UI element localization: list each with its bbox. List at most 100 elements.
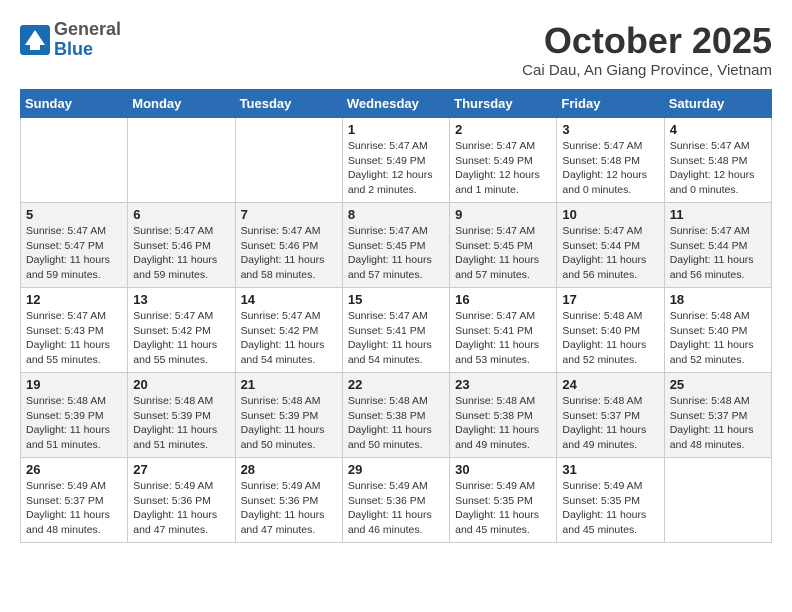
cell-w3-d2: 14 Sunrise: 5:47 AM Sunset: 5:42 PM Dayli… — [235, 288, 342, 373]
cell-w5-d6 — [664, 458, 771, 543]
day-info: Sunrise: 5:47 AM Sunset: 5:41 PM Dayligh… — [348, 309, 444, 368]
day-number: 11 — [670, 207, 766, 222]
cell-w4-d3: 22 Sunrise: 5:48 AM Sunset: 5:38 PM Dayli… — [342, 373, 449, 458]
location: Cai Dau, An Giang Province, Vietnam — [522, 62, 772, 79]
day-info: Sunrise: 5:48 AM Sunset: 5:39 PM Dayligh… — [26, 394, 122, 453]
day-info: Sunrise: 5:47 AM Sunset: 5:49 PM Dayligh… — [455, 139, 551, 198]
day-info: Sunrise: 5:48 AM Sunset: 5:37 PM Dayligh… — [670, 394, 766, 453]
day-number: 27 — [133, 462, 229, 477]
weekday-header-row: Sunday Monday Tuesday Wednesday Thursday… — [21, 90, 772, 118]
cell-w3-d4: 16 Sunrise: 5:47 AM Sunset: 5:41 PM Dayli… — [450, 288, 557, 373]
logo: General Blue — [20, 20, 121, 60]
day-info: Sunrise: 5:48 AM Sunset: 5:38 PM Dayligh… — [455, 394, 551, 453]
week-row-5: 26 Sunrise: 5:49 AM Sunset: 5:37 PM Dayli… — [21, 458, 772, 543]
header-friday: Friday — [557, 90, 664, 118]
week-row-3: 12Sunrise: 5:47 AM Sunset: 5:43 PM Dayli… — [21, 288, 772, 373]
calendar: Sunday Monday Tuesday Wednesday Thursday… — [20, 89, 772, 543]
day-info: Sunrise: 5:47 AM Sunset: 5:45 PM Dayligh… — [348, 224, 444, 283]
day-number: 18 — [670, 292, 766, 307]
day-number: 4 — [670, 122, 766, 137]
cell-w2-d5: 10 Sunrise: 5:47 AM Sunset: 5:44 PM Dayli… — [557, 203, 664, 288]
day-number: 31 — [562, 462, 658, 477]
day-number: 19 — [26, 377, 122, 392]
day-info: Sunrise: 5:47 AM Sunset: 5:47 PM Dayligh… — [26, 224, 122, 283]
day-info: Sunrise: 5:47 AM Sunset: 5:48 PM Dayligh… — [670, 139, 766, 198]
logo-text: General Blue — [54, 20, 121, 60]
day-info: Sunrise: 5:49 AM Sunset: 5:35 PM Dayligh… — [562, 479, 658, 538]
cell-w1-d0 — [21, 118, 128, 203]
day-info: Sunrise: 5:47 AM Sunset: 5:49 PM Dayligh… — [348, 139, 444, 198]
cell-w3-d6: 18 Sunrise: 5:48 AM Sunset: 5:40 PM Dayli… — [664, 288, 771, 373]
logo-icon — [20, 25, 50, 55]
day-info: Sunrise: 5:47 AM Sunset: 5:46 PM Dayligh… — [133, 224, 229, 283]
day-number: 6 — [133, 207, 229, 222]
day-info: Sunrise: 5:47 AM Sunset: 5:48 PM Dayligh… — [562, 139, 658, 198]
cell-w2-d6: 11Sunrise: 5:47 AM Sunset: 5:44 PM Dayli… — [664, 203, 771, 288]
cell-w1-d6: 4 Sunrise: 5:47 AM Sunset: 5:48 PM Daylig… — [664, 118, 771, 203]
page-header: General Blue October 2025 Cai Dau, An Gi… — [20, 20, 772, 79]
day-number: 29 — [348, 462, 444, 477]
cell-w4-d1: 20Sunrise: 5:48 AM Sunset: 5:39 PM Dayli… — [128, 373, 235, 458]
week-row-2: 5 Sunrise: 5:47 AM Sunset: 5:47 PM Daylig… — [21, 203, 772, 288]
header-thursday: Thursday — [450, 90, 557, 118]
day-info: Sunrise: 5:47 AM Sunset: 5:41 PM Dayligh… — [455, 309, 551, 368]
day-info: Sunrise: 5:49 AM Sunset: 5:35 PM Dayligh… — [455, 479, 551, 538]
day-info: Sunrise: 5:48 AM Sunset: 5:39 PM Dayligh… — [133, 394, 229, 453]
day-number: 15 — [348, 292, 444, 307]
cell-w4-d4: 23Sunrise: 5:48 AM Sunset: 5:38 PM Dayli… — [450, 373, 557, 458]
cell-w5-d2: 28Sunrise: 5:49 AM Sunset: 5:36 PM Dayli… — [235, 458, 342, 543]
week-row-1: 1 Sunrise: 5:47 AM Sunset: 5:49 PM Daylig… — [21, 118, 772, 203]
day-number: 22 — [348, 377, 444, 392]
cell-w5-d1: 27 Sunrise: 5:49 AM Sunset: 5:36 PM Dayli… — [128, 458, 235, 543]
day-number: 30 — [455, 462, 551, 477]
day-info: Sunrise: 5:47 AM Sunset: 5:42 PM Dayligh… — [133, 309, 229, 368]
day-number: 9 — [455, 207, 551, 222]
day-info: Sunrise: 5:48 AM Sunset: 5:39 PM Dayligh… — [241, 394, 337, 453]
header-sunday: Sunday — [21, 90, 128, 118]
day-info: Sunrise: 5:48 AM Sunset: 5:38 PM Dayligh… — [348, 394, 444, 453]
day-number: 3 — [562, 122, 658, 137]
cell-w4-d5: 24Sunrise: 5:48 AM Sunset: 5:37 PM Dayli… — [557, 373, 664, 458]
day-number: 1 — [348, 122, 444, 137]
cell-w5-d0: 26 Sunrise: 5:49 AM Sunset: 5:37 PM Dayli… — [21, 458, 128, 543]
day-number: 7 — [241, 207, 337, 222]
day-info: Sunrise: 5:49 AM Sunset: 5:37 PM Dayligh… — [26, 479, 122, 538]
day-info: Sunrise: 5:49 AM Sunset: 5:36 PM Dayligh… — [348, 479, 444, 538]
day-info: Sunrise: 5:47 AM Sunset: 5:42 PM Dayligh… — [241, 309, 337, 368]
cell-w2-d0: 5 Sunrise: 5:47 AM Sunset: 5:47 PM Daylig… — [21, 203, 128, 288]
cell-w3-d0: 12Sunrise: 5:47 AM Sunset: 5:43 PM Dayli… — [21, 288, 128, 373]
cell-w4-d0: 19 Sunrise: 5:48 AM Sunset: 5:39 PM Dayli… — [21, 373, 128, 458]
logo-general: General — [54, 20, 121, 40]
day-info: Sunrise: 5:48 AM Sunset: 5:40 PM Dayligh… — [670, 309, 766, 368]
cell-w3-d5: 17 Sunrise: 5:48 AM Sunset: 5:40 PM Dayli… — [557, 288, 664, 373]
header-tuesday: Tuesday — [235, 90, 342, 118]
day-info: Sunrise: 5:49 AM Sunset: 5:36 PM Dayligh… — [241, 479, 337, 538]
cell-w2-d1: 6 Sunrise: 5:47 AM Sunset: 5:46 PM Daylig… — [128, 203, 235, 288]
day-number: 10 — [562, 207, 658, 222]
cell-w4-d2: 21 Sunrise: 5:48 AM Sunset: 5:39 PM Dayli… — [235, 373, 342, 458]
day-info: Sunrise: 5:47 AM Sunset: 5:44 PM Dayligh… — [562, 224, 658, 283]
header-monday: Monday — [128, 90, 235, 118]
day-number: 16 — [455, 292, 551, 307]
day-number: 8 — [348, 207, 444, 222]
cell-w2-d2: 7Sunrise: 5:47 AM Sunset: 5:46 PM Daylig… — [235, 203, 342, 288]
header-saturday: Saturday — [664, 90, 771, 118]
day-number: 5 — [26, 207, 122, 222]
day-number: 17 — [562, 292, 658, 307]
day-number: 12 — [26, 292, 122, 307]
cell-w3-d3: 15 Sunrise: 5:47 AM Sunset: 5:41 PM Dayli… — [342, 288, 449, 373]
day-info: Sunrise: 5:49 AM Sunset: 5:36 PM Dayligh… — [133, 479, 229, 538]
day-info: Sunrise: 5:48 AM Sunset: 5:40 PM Dayligh… — [562, 309, 658, 368]
month-title: October 2025 — [522, 20, 772, 62]
day-number: 24 — [562, 377, 658, 392]
day-number: 26 — [26, 462, 122, 477]
logo-blue: Blue — [54, 40, 121, 60]
day-number: 14 — [241, 292, 337, 307]
cell-w5-d4: 30 Sunrise: 5:49 AM Sunset: 5:35 PM Dayli… — [450, 458, 557, 543]
week-row-4: 19 Sunrise: 5:48 AM Sunset: 5:39 PM Dayli… — [21, 373, 772, 458]
cell-w3-d1: 13Sunrise: 5:47 AM Sunset: 5:42 PM Dayli… — [128, 288, 235, 373]
cell-w2-d3: 8 Sunrise: 5:47 AM Sunset: 5:45 PM Daylig… — [342, 203, 449, 288]
day-number: 2 — [455, 122, 551, 137]
cell-w5-d3: 29 Sunrise: 5:49 AM Sunset: 5:36 PM Dayli… — [342, 458, 449, 543]
day-number: 21 — [241, 377, 337, 392]
